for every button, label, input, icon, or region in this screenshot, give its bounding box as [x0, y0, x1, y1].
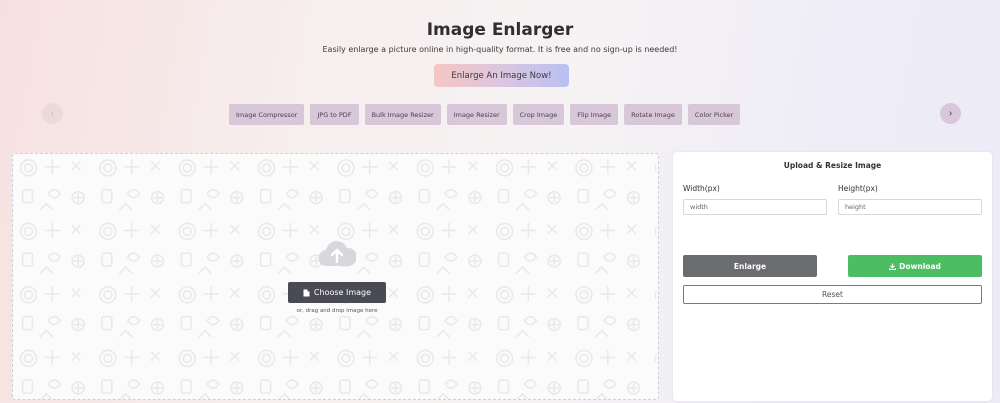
- download-label: Download: [899, 261, 941, 271]
- tools-nav: Image Compressor JPG to PDF Bulk Image Res…: [229, 104, 741, 125]
- choose-image-label: Choose Image: [313, 288, 372, 297]
- panel-title: Upload & Resize Image: [783, 161, 882, 170]
- height-input[interactable]: [838, 199, 982, 215]
- tools-prev-button[interactable]: ‹: [42, 103, 63, 124]
- tools-next-button[interactable]: ›: [940, 103, 961, 124]
- chevron-right-icon: ›: [948, 108, 953, 119]
- choose-image-button[interactable]: Choose Image: [288, 282, 386, 303]
- tool-link-bulk-image-resizer[interactable]: Bulk Image Resizer: [364, 104, 441, 125]
- enlarge-button[interactable]: Enlarge: [683, 255, 817, 277]
- tool-link-color-picker[interactable]: Color Picker: [687, 104, 741, 125]
- page-title: Image Enlarger: [426, 20, 574, 40]
- doodle-pattern-background: [14, 154, 657, 399]
- resize-panel: Upload & Resize Image Width(px) Height(p…: [673, 152, 992, 401]
- cloud-upload-icon: [318, 241, 356, 267]
- page-subtitle: Easily enlarge a picture online in high-…: [322, 45, 678, 54]
- tool-link-jpg-to-pdf[interactable]: JPG to PDF: [310, 104, 359, 125]
- chevron-left-icon: ‹: [50, 108, 55, 119]
- width-input[interactable]: [683, 199, 827, 215]
- tool-link-image-compressor[interactable]: Image Compressor: [229, 104, 305, 125]
- download-icon: [889, 263, 897, 270]
- tool-link-image-resizer[interactable]: Image Resizer: [446, 104, 507, 125]
- width-label: Width(px): [683, 184, 720, 193]
- drag-drop-hint: or, drag and drop image here: [296, 308, 378, 314]
- enlarge-image-now-button[interactable]: Enlarge An Image Now!: [434, 64, 569, 87]
- tool-link-flip-image[interactable]: Flip Image: [570, 104, 619, 125]
- tool-link-rotate-image[interactable]: Rotate Image: [624, 104, 682, 125]
- download-button[interactable]: Download: [848, 255, 982, 277]
- file-icon: [303, 289, 310, 296]
- height-label: Height(px): [838, 184, 878, 193]
- reset-button[interactable]: Reset: [683, 285, 982, 304]
- upload-dropzone[interactable]: Choose Image or, drag and drop image her…: [12, 153, 659, 400]
- tool-link-crop-image[interactable]: Crop Image: [512, 104, 565, 125]
